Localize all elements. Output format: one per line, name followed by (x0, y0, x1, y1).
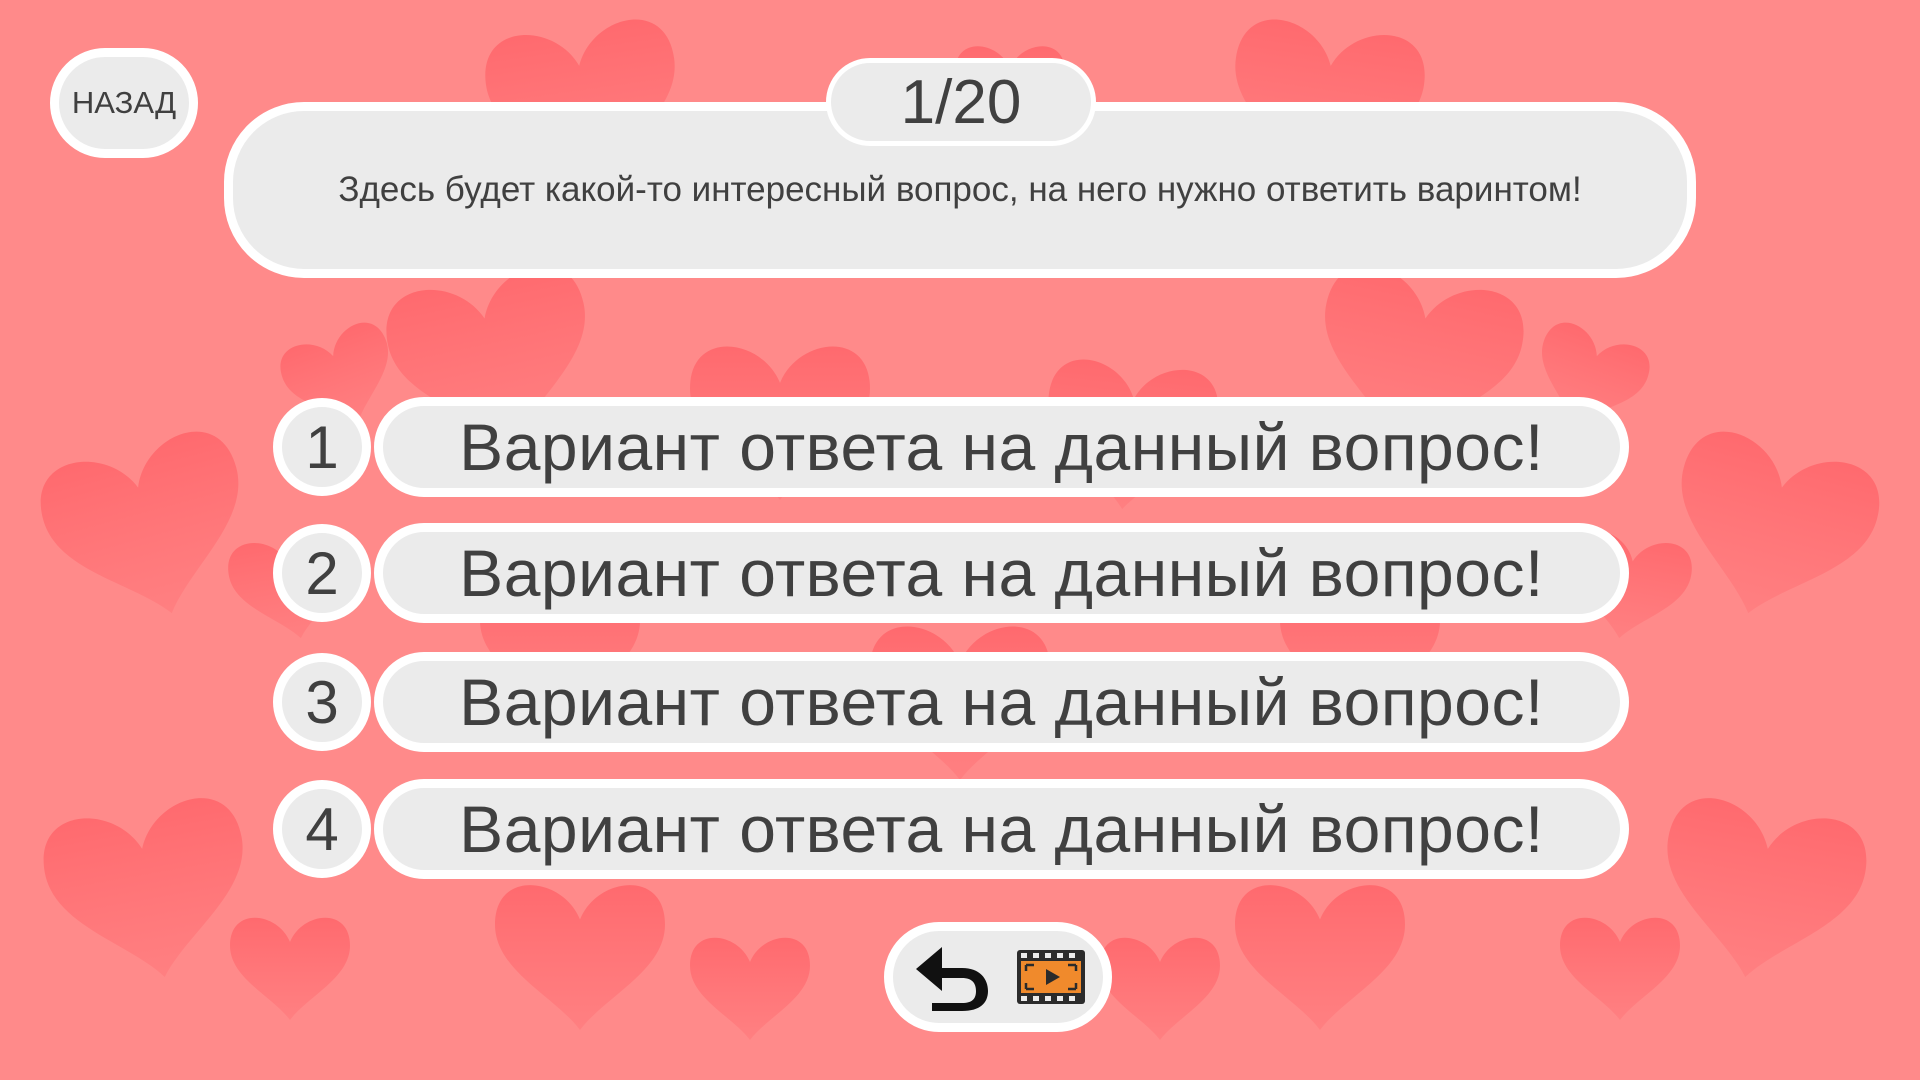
question-text: Здесь будет какой-то интересный вопрос, … (338, 170, 1582, 209)
answer-number-4[interactable]: 4 (273, 780, 371, 878)
bottom-toolbar (884, 922, 1112, 1032)
answer-option-1[interactable]: Вариант ответа на данный вопрос! (374, 397, 1629, 497)
undo-arrow-icon[interactable] (910, 941, 996, 1013)
answer-option-2[interactable]: Вариант ответа на данный вопрос! (374, 523, 1629, 623)
answer-number-2[interactable]: 2 (273, 524, 371, 622)
back-button[interactable]: НАЗАД (50, 48, 198, 158)
answer-number-1[interactable]: 1 (273, 398, 371, 496)
answer-option-4[interactable]: Вариант ответа на данный вопрос! (374, 779, 1629, 879)
question-counter: 1/20 (826, 58, 1096, 146)
video-film-icon[interactable] (1016, 949, 1086, 1005)
answer-number-3[interactable]: 3 (273, 653, 371, 751)
answer-option-3[interactable]: Вариант ответа на данный вопрос! (374, 652, 1629, 752)
